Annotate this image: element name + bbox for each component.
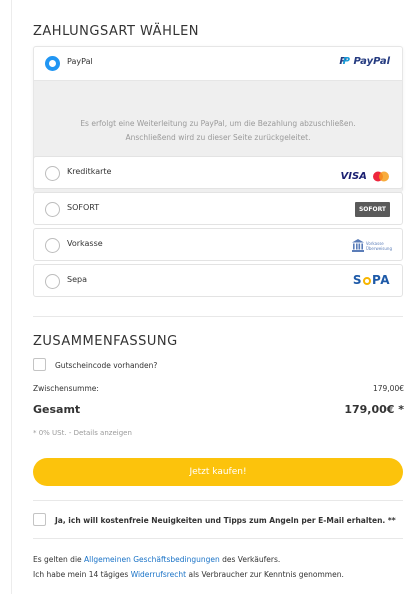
payment-option-vorkasse[interactable]: Vorkasse Vorkasse Überweisung [33,228,403,261]
terms-prefix: Es gelten die [33,555,85,564]
sepa-euro-icon [363,276,372,285]
sofort-logo: SOFORT [355,202,390,217]
withdrawal-line: Ich habe mein 14 tägiges Widerrufsrecht … [33,570,344,579]
tax-note-link[interactable]: * 0% USt. - Details anzeigen [33,429,132,437]
paypal-radio[interactable] [45,56,60,71]
terms-suffix: des Verkäufers. [219,555,281,564]
withdrawal-prefix: Ich habe mein 14 tägiges [33,570,131,579]
paypal-row[interactable]: PayPal PP PayPal [34,47,402,80]
creditcard-label: Kreditkarte [67,167,112,176]
terms-line: Es gelten die Allgemeinen Geschäftsbedin… [33,555,280,564]
paypal-logo: PP PayPal [339,56,390,67]
vorkasse-logo-line-2: Überweisung [365,245,392,251]
newsletter-checkbox[interactable] [33,513,46,526]
paypal-info-line-2: Anschließend wird zu dieser Seite zurück… [125,133,311,142]
buy-now-button[interactable]: Jetzt kaufen! [33,458,403,486]
payment-option-creditcard[interactable]: Kreditkarte VISA [33,156,403,189]
withdrawal-suffix: als Verbraucher zur Kenntnis genommen. [186,570,344,579]
sepa-label: Sepa [67,275,87,284]
total-value: 179,00€ * [344,403,404,416]
sepa-logo-s: S [352,273,363,287]
bank-icon [351,239,364,252]
terms-link[interactable]: Allgemeinen Geschäftsbedingungen [84,555,220,564]
newsletter-divider-top [33,500,403,501]
paypal-info-line-1: Es erfolgt eine Weiterleitung zu PayPal,… [80,119,356,128]
sofort-label: SOFORT [67,203,100,212]
total-label: Gesamt [33,403,81,416]
sofort-radio[interactable] [45,202,60,217]
subtotal-label: Zwischensumme: [33,384,99,393]
paypal-logo-text: PayPal [353,56,390,67]
voucher-checkbox[interactable] [33,358,46,371]
payment-option-sofort[interactable]: SOFORT SOFORT [33,192,403,225]
paypal-label: PayPal [67,57,93,66]
newsletter-label[interactable]: Ja, ich will kostenfreie Neuigkeiten und… [55,516,396,525]
visa-logo-text: VISA [340,171,367,182]
sepa-logo: S PA [353,273,390,287]
vorkasse-logo: Vorkasse Überweisung [351,238,392,253]
creditcard-radio[interactable] [45,166,60,181]
paypal-info-text: Es erfolgt eine Weiterleitung zu PayPal,… [49,117,387,145]
voucher-label[interactable]: Gutscheincode vorhanden? [55,361,157,370]
payment-option-sepa[interactable]: Sepa S PA [33,264,403,297]
sepa-logo-rest: PA [372,273,390,287]
payment-section-title: ZAHLUNGSART WÄHLEN [33,24,200,39]
visa-mastercard-logo: VISA [340,166,391,182]
vorkasse-label: Vorkasse [67,239,103,248]
subtotal-value: 179,00€ [372,384,404,393]
sepa-radio[interactable] [45,274,60,289]
vorkasse-logo-text: Vorkasse Überweisung [366,241,392,251]
page-left-border [11,0,12,594]
vorkasse-radio[interactable] [45,238,60,253]
summary-section-title: ZUSAMMENFASSUNG [33,334,178,349]
section-divider [33,316,403,317]
withdrawal-link[interactable]: Widerrufsrecht [131,570,186,579]
mastercard-icon [373,171,389,182]
newsletter-divider-bottom [33,538,403,539]
